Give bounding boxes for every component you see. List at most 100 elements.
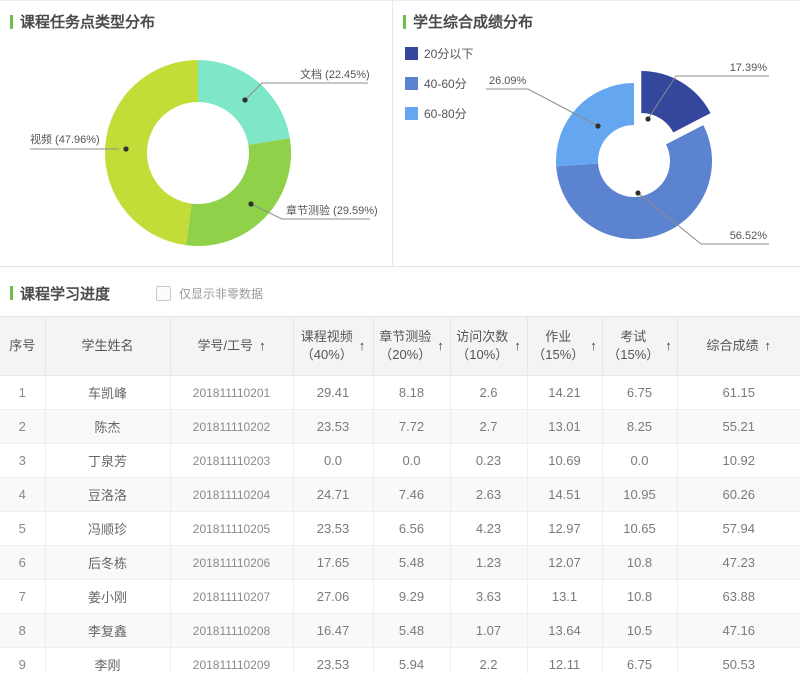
score-distribution-donut-chart: 17.39% 26.09% 56.52% (486, 62, 769, 245)
cell-visit-count: 1.07 (450, 613, 528, 648)
cell-course-video: 23.53 (293, 647, 374, 673)
panel-task-type-distribution: 课程任务点类型分布 文档 (22.45%) 章节测验 (29.59%) 视频 (47… (0, 1, 393, 266)
cell-student-id: 201811110205 (170, 511, 294, 546)
cell-course-video: 23.53 (293, 511, 374, 546)
cell-total-score: 10.92 (677, 443, 800, 478)
callout-label: 视频 (47.96%) (30, 132, 100, 146)
table-row: 9 李刚 201811110209 23.53 5.94 2.2 12.11 6.75 50.5… (0, 647, 800, 673)
cell-homework: 12.11 (527, 647, 603, 673)
cell-index: 6 (0, 545, 46, 580)
callout-label: 56.52% (730, 230, 768, 242)
callout-label: 章节测验 (29.59%) (286, 203, 378, 217)
nonzero-filter-label[interactable]: 仅显示非零数据 (179, 285, 263, 302)
column-label: 学号/工号 (197, 338, 254, 354)
donut-slice-2[interactable] (104, 60, 198, 246)
task-type-section-title: 课程任务点类型分布 (10, 11, 155, 32)
cell-visit-count: 1.23 (450, 545, 528, 580)
callout-dot (123, 146, 129, 152)
course-statistics-dashboard: 课程任务点类型分布 文档 (22.45%) 章节测验 (29.59%) 视频 (47… (0, 0, 800, 673)
column-header-homework[interactable]: 作业 （15%） ↑ (527, 316, 603, 376)
sort-arrow-icon[interactable]: ↑ (765, 337, 772, 355)
table-header-row: 序号 学生姓名 学号/工号 ↑ 课程视频 （40%） ↑ 章节测验 （20%） ↑ 访问次数 （10%… (0, 316, 800, 376)
donut-slice-1[interactable] (186, 138, 291, 246)
callout-dot (635, 190, 641, 196)
column-weight: （20%） (379, 347, 432, 362)
column-header-student-id[interactable]: 学号/工号 ↑ (170, 316, 294, 376)
callout-dot (242, 97, 248, 103)
score-section-title: 学生综合成绩分布 (403, 11, 533, 32)
column-header-exam[interactable]: 考试 （15%） ↑ (602, 316, 678, 376)
table-row: 8 李复鑫 201811110208 16.47 5.48 1.07 13.64 10.5 47… (0, 613, 800, 648)
donut-slice-0[interactable] (198, 60, 290, 145)
sort-arrow-icon[interactable]: ↑ (665, 337, 672, 355)
cell-student-id: 201811110203 (170, 443, 294, 478)
cell-chapter-quiz: 7.46 (373, 477, 451, 512)
column-label: 考试 (620, 329, 647, 345)
legend-swatch (405, 77, 418, 90)
cell-student-id: 201811110206 (170, 545, 294, 580)
score-legend: 20分以下 40-60分 60-80分 (405, 45, 473, 122)
cell-exam: 0.0 (602, 443, 678, 478)
cell-student-id: 201811110209 (170, 647, 294, 673)
cell-index: 2 (0, 409, 46, 444)
column-header-total-score[interactable]: 综合成绩 ↑ (677, 316, 800, 376)
title-accent-bar (10, 14, 13, 29)
cell-chapter-quiz: 8.18 (373, 375, 451, 410)
cell-chapter-quiz: 0.0 (373, 443, 451, 478)
cell-student-name: 李刚 (45, 647, 171, 673)
cell-course-video: 29.41 (293, 375, 374, 410)
sort-arrow-icon[interactable]: ↑ (514, 337, 521, 355)
sort-arrow-icon[interactable]: ↑ (437, 337, 444, 355)
legend-item-60-80[interactable]: 60-80分 (405, 105, 473, 122)
column-weight: （10%） (456, 347, 509, 362)
sort-arrow-icon[interactable]: ↑ (359, 337, 366, 355)
cell-homework: 14.51 (527, 477, 603, 512)
column-label: 课程视频 (300, 329, 353, 345)
column-header-chapter-quiz[interactable]: 章节测验 （20%） ↑ (373, 316, 451, 376)
column-label: 访问次数 (456, 329, 509, 345)
column-header-visit-count[interactable]: 访问次数 （10%） ↑ (450, 316, 528, 376)
cell-course-video: 0.0 (293, 443, 374, 478)
legend-item-under-20[interactable]: 20分以下 (405, 45, 473, 62)
legend-swatch (405, 107, 418, 120)
cell-student-name: 豆洛洛 (45, 477, 171, 512)
cell-homework: 13.64 (527, 613, 603, 648)
cell-visit-count: 2.6 (450, 375, 528, 410)
table-row: 6 后冬栋 201811110206 17.65 5.48 1.23 12.07 10.8 47… (0, 545, 800, 580)
nonzero-filter: 仅显示非零数据 (156, 285, 263, 302)
cell-course-video: 16.47 (293, 613, 374, 648)
cell-chapter-quiz: 7.72 (373, 409, 451, 444)
cell-chapter-quiz: 5.48 (373, 613, 451, 648)
column-header-course-video[interactable]: 课程视频 （40%） ↑ (293, 316, 374, 376)
column-label: 综合成绩 (706, 338, 759, 354)
cell-student-id: 201811110201 (170, 375, 294, 410)
cell-student-name: 姜小刚 (45, 579, 171, 614)
cell-course-video: 27.06 (293, 579, 374, 614)
column-header-index: 序号 (0, 316, 46, 376)
sort-arrow-icon[interactable]: ↑ (259, 337, 266, 355)
legend-item-40-60[interactable]: 40-60分 (405, 75, 473, 92)
cell-exam: 10.65 (602, 511, 678, 546)
learning-progress-section: 课程学习进度 仅显示非零数据 序号 学生姓名 学号/工号 ↑ 课程视频 （40%） ↑ 章节测… (0, 267, 800, 673)
cell-exam: 10.5 (602, 613, 678, 648)
table-row: 1 车凯峰 201811110201 29.41 8.18 2.6 14.21 6.75 61.… (0, 375, 800, 410)
sort-arrow-icon[interactable]: ↑ (590, 337, 597, 355)
cell-homework: 13.1 (527, 579, 603, 614)
cell-total-score: 47.16 (677, 613, 800, 648)
callout-dot (595, 123, 601, 129)
column-label: 学生姓名 (81, 338, 134, 354)
legend-label: 20分以下 (424, 47, 474, 61)
cell-exam: 8.25 (602, 409, 678, 444)
cell-student-id: 201811110202 (170, 409, 294, 444)
cell-total-score: 50.53 (677, 647, 800, 673)
table-header-bar: 课程学习进度 仅显示非零数据 (0, 276, 800, 312)
cell-visit-count: 2.63 (450, 477, 528, 512)
title-accent-bar (10, 286, 13, 300)
cell-index: 8 (0, 613, 46, 648)
cell-homework: 12.07 (527, 545, 603, 580)
legend-swatch (405, 47, 418, 60)
cell-student-name: 李复鑫 (45, 613, 171, 648)
section-title-text: 课程任务点类型分布 (20, 14, 156, 31)
donut-slice-0[interactable] (641, 71, 711, 133)
nonzero-filter-checkbox[interactable] (156, 285, 172, 301)
